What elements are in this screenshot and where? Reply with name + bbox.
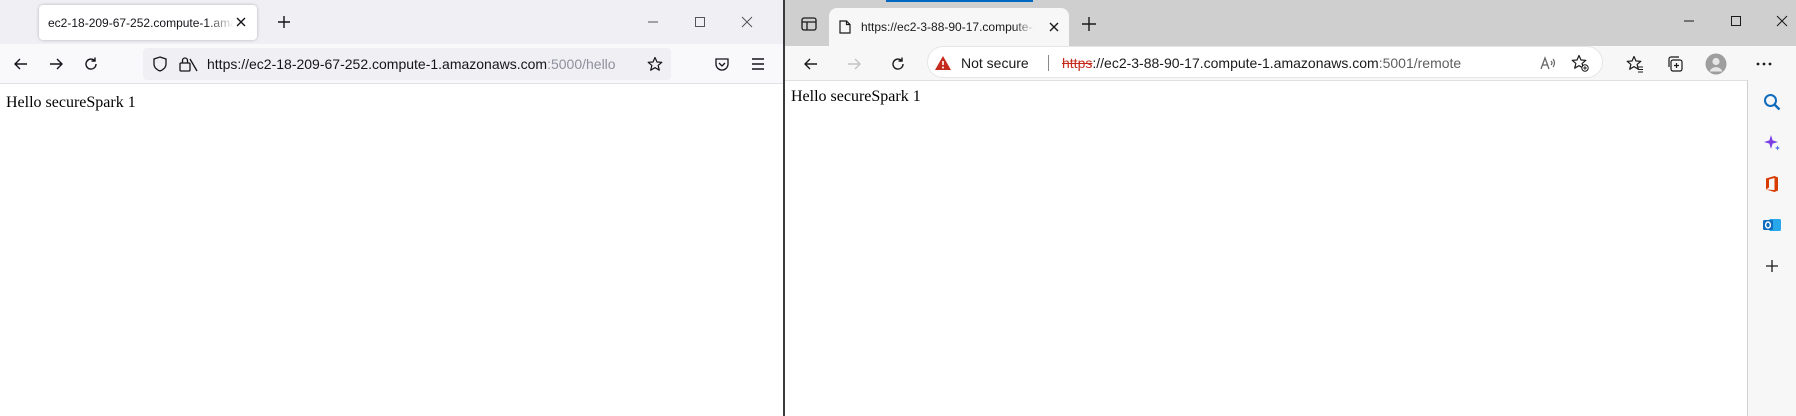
minimize-icon[interactable] [1675,7,1703,35]
forward-arrow-icon [840,50,868,78]
back-arrow-icon[interactable] [797,50,825,78]
url-host: ://ec2-3-88-90-17.compute-1.amazonaws.co… [1092,55,1379,71]
url-port-path: :5001/remote [1378,55,1462,71]
address-separator [1048,55,1049,71]
add-sidebar-app-plus-icon[interactable] [1758,252,1786,280]
tracking-protection-shield-icon[interactable] [151,55,169,73]
profile-avatar-icon[interactable] [1702,50,1730,78]
edge-window: https://ec2-3-88-90-17.compute-1.amazona… [785,0,1796,416]
tab-actions-icon[interactable] [797,12,821,36]
close-window-icon[interactable] [1768,7,1796,35]
firefox-tab-title: ec2-18-209-67-252.compute-1.amazonaws.co… [48,15,234,30]
edge-page-content: Hello secureSpark 1 [785,80,1748,416]
new-tab-plus-icon[interactable] [272,10,296,34]
back-arrow-icon[interactable] [9,52,33,76]
copilot-sparkle-icon[interactable] [1758,129,1786,157]
firefox-window: ec2-18-209-67-252.compute-1.amazonaws.co… [0,0,783,416]
pocket-icon[interactable] [710,52,734,76]
bookmark-star-icon[interactable] [645,54,665,74]
maximize-icon[interactable] [686,8,714,36]
edge-tab-title: https://ec2-3-88-90-17.compute-1.amazona… [861,20,1035,34]
edge-tab-strip: https://ec2-3-88-90-17.compute-1.amazona… [785,0,1796,46]
read-aloud-icon[interactable] [1536,51,1560,75]
edge-nav-toolbar: Not secure https://ec2-3-88-90-17.comput… [785,46,1796,80]
close-tab-icon[interactable] [232,13,250,31]
edge-tab-active[interactable]: https://ec2-3-88-90-17.compute-1.amazona… [829,8,1069,46]
menu-hamburger-icon[interactable] [746,52,770,76]
url-scheme-struck: https [1062,55,1093,71]
reload-icon[interactable] [79,52,103,76]
page-text: Hello secureSpark 1 [791,88,921,105]
close-window-icon[interactable] [733,8,761,36]
new-tab-plus-icon[interactable] [1077,12,1101,36]
page-text: Hello secureSpark 1 [6,94,136,111]
not-secure-label: Not secure [961,55,1029,71]
firefox-tab-active[interactable]: ec2-18-209-67-252.compute-1.amazonaws.co… [39,5,257,40]
add-favorite-icon[interactable] [1568,51,1592,75]
warning-triangle-icon [932,52,954,74]
edge-address-bar[interactable]: Not secure https://ec2-3-88-90-17.comput… [927,46,1603,78]
firefox-tab-strip: ec2-18-209-67-252.compute-1.amazonaws.co… [0,0,783,44]
edge-url-text: https://ec2-3-88-90-17.compute-1.amazona… [1062,55,1461,71]
close-tab-icon[interactable] [1045,18,1063,36]
not-secure-indicator[interactable]: Not secure [932,52,1029,74]
forward-arrow-icon[interactable] [44,52,68,76]
taskbar-accent-bar [886,0,1033,2]
firefox-address-bar[interactable]: https://ec2-18-209-67-252.compute-1.amaz… [143,48,671,80]
more-options-icon[interactable] [1750,50,1778,78]
collections-icon[interactable] [1661,50,1689,78]
firefox-page-content: Hello secureSpark 1 [0,84,783,416]
reload-icon[interactable] [884,50,912,78]
page-document-icon [839,20,851,34]
url-host: https://ec2-18-209-67-252.compute-1.amaz… [207,56,548,72]
office-icon[interactable] [1758,170,1786,198]
outlook-icon[interactable] [1758,211,1786,239]
firefox-url-text: https://ec2-18-209-67-252.compute-1.amaz… [207,56,616,72]
favorites-icon[interactable] [1621,50,1649,78]
maximize-icon[interactable] [1722,7,1750,35]
url-port-path: :5000/hello [547,56,616,72]
search-icon[interactable] [1758,88,1786,116]
firefox-nav-toolbar: https://ec2-18-209-67-252.compute-1.amaz… [0,44,783,84]
minimize-icon[interactable] [639,8,667,36]
edge-sidebar [1748,80,1796,416]
lock-warning-icon[interactable] [177,55,199,73]
